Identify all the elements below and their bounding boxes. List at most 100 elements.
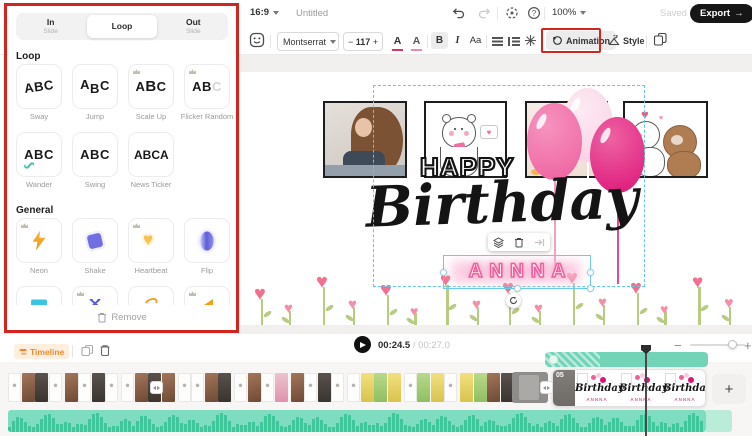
undo-icon[interactable] bbox=[452, 6, 466, 25]
resize-handle-right[interactable] bbox=[587, 269, 594, 276]
tab-in[interactable]: In Slide bbox=[16, 13, 85, 40]
clip-thumbnail[interactable] bbox=[35, 373, 48, 402]
transition-icon[interactable] bbox=[540, 381, 553, 394]
clip-thumbnail[interactable] bbox=[64, 373, 78, 402]
layers-icon[interactable] bbox=[493, 236, 504, 248]
clip-thumbnail[interactable] bbox=[247, 373, 261, 402]
font-size-increase[interactable]: + bbox=[373, 37, 378, 47]
clip-thumbnail[interactable] bbox=[317, 373, 331, 402]
clip-thumbnail[interactable] bbox=[78, 373, 91, 402]
trash-icon[interactable] bbox=[514, 237, 524, 248]
clip-thumbnail[interactable] bbox=[347, 373, 360, 402]
selected-clip[interactable]: 05BirthdayANNNABirthdayANNNABirthdayANNN… bbox=[552, 369, 706, 407]
sticker-icon[interactable] bbox=[249, 32, 265, 53]
timeline-toggle[interactable]: Timeline bbox=[14, 344, 70, 359]
animation-item-shake[interactable] bbox=[72, 218, 118, 263]
italic-button[interactable]: I bbox=[449, 32, 466, 49]
clip-thumbnail[interactable] bbox=[417, 373, 430, 402]
export-button[interactable]: Export → bbox=[690, 4, 752, 23]
text-overlay-clip[interactable] bbox=[545, 352, 708, 367]
animation-item-label: Scale Up bbox=[135, 112, 167, 121]
rotate-handle[interactable] bbox=[506, 293, 521, 308]
clip-thumbnail[interactable] bbox=[430, 373, 444, 402]
font-family-select[interactable]: Montserrat bbox=[277, 32, 339, 51]
clip-thumbnail[interactable] bbox=[21, 373, 35, 402]
clip-thumbnail[interactable] bbox=[473, 373, 487, 402]
font-color-button[interactable]: A bbox=[392, 31, 403, 52]
clip-thumbnail[interactable] bbox=[91, 373, 105, 402]
clip-thumbnail[interactable] bbox=[444, 373, 457, 402]
clip-thumbnail[interactable] bbox=[8, 373, 21, 402]
video-canvas[interactable]: ♥ ♥ ♥ HAPPY Birthday ♥♥♥♥♥♥♥♥♥♥♥♥♥♥♥♥ AN… bbox=[240, 72, 752, 325]
resize-handle-bottom[interactable] bbox=[514, 285, 521, 292]
text-align-icon[interactable] bbox=[492, 37, 503, 39]
audio-track-tail bbox=[706, 410, 732, 432]
clip-thumbnail[interactable] bbox=[48, 373, 62, 402]
zoom-slider-knob[interactable] bbox=[728, 340, 737, 349]
add-clip-button[interactable]: + bbox=[712, 374, 746, 404]
play-button[interactable] bbox=[354, 336, 371, 353]
clip-thumbnail[interactable] bbox=[304, 373, 317, 402]
clip-thumbnail[interactable] bbox=[274, 373, 288, 402]
animation-item-flicker-random[interactable]: ABC bbox=[184, 64, 230, 109]
demo-text: ABC bbox=[80, 147, 110, 162]
animation-item-heartbeat[interactable] bbox=[128, 218, 174, 263]
clip-thumbnail[interactable] bbox=[290, 373, 304, 402]
animation-item-scale-up[interactable]: ABC bbox=[128, 64, 174, 109]
timeline-zoom-in[interactable]: + bbox=[744, 338, 752, 353]
transition-icon[interactable] bbox=[150, 381, 163, 394]
animation-item-swing[interactable]: ABC bbox=[72, 132, 118, 177]
clip-thumbnail[interactable] bbox=[261, 373, 274, 402]
clip-thumbnail[interactable] bbox=[234, 373, 247, 402]
clip-thumbnail[interactable] bbox=[191, 373, 204, 402]
duplicate-icon[interactable] bbox=[81, 344, 94, 362]
clip-thumbnail[interactable] bbox=[204, 373, 218, 402]
clip-thumbnail[interactable] bbox=[360, 373, 374, 402]
clip-thumbnail[interactable] bbox=[403, 373, 417, 402]
clip-thumbnail[interactable] bbox=[134, 373, 148, 402]
animation-item-jump[interactable]: ABC bbox=[72, 64, 118, 109]
layer-order-icon[interactable] bbox=[653, 32, 668, 52]
bold-button[interactable]: B bbox=[431, 32, 448, 49]
help-icon[interactable]: ? bbox=[527, 6, 541, 25]
playhead-line[interactable] bbox=[645, 347, 647, 436]
video-track[interactable] bbox=[8, 372, 528, 403]
text-highlight-button[interactable]: A bbox=[411, 31, 422, 52]
clip-thumbnail[interactable] bbox=[331, 373, 344, 402]
remove-animation-button[interactable]: Remove bbox=[8, 305, 236, 330]
name-text[interactable]: ANNNA bbox=[444, 256, 590, 288]
font-size-stepper[interactable]: − 117 + bbox=[343, 32, 383, 51]
clip-thumbnail[interactable] bbox=[161, 373, 175, 402]
clip-thumbnail[interactable] bbox=[487, 373, 500, 402]
text-selection-box[interactable]: ANNNA bbox=[440, 255, 594, 292]
delete-icon[interactable] bbox=[99, 344, 111, 362]
aspect-ratio-select[interactable]: 16:9 bbox=[250, 7, 280, 18]
tab-out[interactable]: Out Slide bbox=[159, 13, 228, 40]
resize-handle-left[interactable] bbox=[440, 269, 447, 276]
animation-item-wander[interactable]: ABC bbox=[16, 132, 62, 177]
text-case-button[interactable]: Aa bbox=[467, 32, 484, 49]
redo-icon[interactable] bbox=[477, 6, 491, 25]
resize-handle-corner[interactable] bbox=[587, 285, 594, 292]
demo-text: ABC A bbox=[134, 147, 169, 162]
zoom-select[interactable]: 100% bbox=[552, 7, 587, 18]
clip-thumbnail[interactable] bbox=[460, 373, 473, 402]
tab-loop[interactable]: Loop bbox=[87, 15, 157, 38]
timeline-zoom-out[interactable]: − bbox=[674, 338, 682, 353]
clip-thumbnail[interactable] bbox=[121, 373, 134, 402]
clip-thumbnail[interactable] bbox=[387, 373, 401, 402]
clip-thumbnail[interactable] bbox=[374, 373, 387, 402]
extend-icon[interactable] bbox=[534, 238, 545, 247]
clip-thumbnail[interactable] bbox=[218, 373, 231, 402]
animation-item-neon[interactable] bbox=[16, 218, 62, 263]
animation-item-sway[interactable]: ABC bbox=[16, 64, 62, 109]
letter-spacing-icon[interactable] bbox=[524, 34, 537, 52]
clip-thumbnail[interactable] bbox=[177, 373, 191, 402]
font-size-decrease[interactable]: − bbox=[348, 37, 353, 47]
audio-track[interactable] bbox=[8, 410, 706, 432]
style-button[interactable]: Style bbox=[602, 31, 651, 50]
animation-item-flip[interactable] bbox=[184, 218, 230, 263]
clip-thumbnail[interactable] bbox=[105, 373, 118, 402]
focus-icon[interactable] bbox=[505, 6, 519, 25]
animation-item-news-ticker[interactable]: ABC A bbox=[128, 132, 174, 177]
